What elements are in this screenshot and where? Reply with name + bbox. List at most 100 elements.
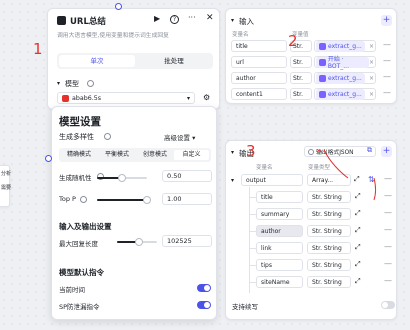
input-row-remove-icon[interactable]: — — [383, 72, 391, 81]
annotation-3: 3 — [246, 142, 256, 160]
max-tokens-label: 最大回复长度 — [59, 240, 98, 248]
output-child-name: link — [261, 244, 272, 252]
variable-reference-text: 开始 · BOT_... — [327, 56, 349, 70]
output-child-expand-icon[interactable]: ⤢ — [355, 209, 361, 218]
clear-icon[interactable]: × — [369, 75, 374, 82]
tab-batch[interactable]: 批处理 — [137, 55, 211, 67]
diversity-info-icon — [104, 133, 111, 140]
output-child-expand-icon[interactable]: ⤢ — [355, 243, 361, 252]
prompt-title: 模型默认指令 — [59, 268, 104, 277]
sp-toggle[interactable] — [197, 301, 211, 309]
help-icon[interactable]: ? — [170, 15, 179, 24]
output-child-remove-icon[interactable]: — — [384, 259, 392, 268]
output-col-name: 变量名 — [256, 165, 273, 171]
current-time-toggle[interactable] — [197, 284, 211, 292]
output-child-expand-icon[interactable]: ⤢ — [355, 226, 361, 235]
output-child-expand-icon[interactable]: ⤢ — [355, 192, 361, 201]
output-root-name-field[interactable]: output — [241, 174, 303, 186]
output-root-type-select[interactable]: Array... — [307, 174, 351, 186]
connector-left[interactable] — [45, 155, 52, 162]
variable-reference-text: extract_g... — [328, 42, 362, 50]
input-expand-icon[interactable]: ▾ — [231, 17, 234, 24]
clear-icon[interactable]: × — [369, 91, 374, 98]
output-child-type-select[interactable]: Str. String — [307, 276, 351, 288]
continue-toggle[interactable] — [381, 301, 395, 309]
output-child-expand-icon[interactable]: ⤢ — [355, 277, 361, 286]
output-child-name-field[interactable]: tips — [256, 259, 303, 271]
clear-icon[interactable]: × — [369, 59, 374, 66]
output-child-type-select[interactable]: Str. String — [307, 191, 351, 203]
output-child-name-field[interactable]: link — [256, 242, 303, 254]
model-settings-icon[interactable]: ⚙ — [203, 93, 210, 102]
output-child-type: Str. String — [312, 227, 342, 235]
model-expand-icon[interactable]: ▾ — [57, 80, 60, 87]
tab-single[interactable]: 单次 — [59, 55, 135, 67]
output-root-expand-icon[interactable]: ▾ — [231, 177, 234, 184]
max-tokens-slider[interactable] — [117, 238, 157, 246]
output-tree-branch — [249, 282, 256, 283]
top-p-input[interactable]: 1.00 — [162, 193, 212, 205]
variable-reference-text: extract_g... — [328, 74, 362, 82]
chevron-down-icon: ▾ — [186, 94, 190, 102]
output-child-type-select[interactable]: Str. String — [307, 208, 351, 220]
output-child-name-field[interactable]: summary — [256, 208, 303, 220]
output-child-remove-icon[interactable]: — — [384, 208, 392, 217]
temperature-input[interactable]: 0.50 — [162, 170, 212, 182]
mode-precise[interactable]: 精确模式 — [61, 150, 97, 160]
input-add-button[interactable]: + — [381, 15, 392, 26]
input-row-type[interactable]: Str. — [290, 72, 312, 84]
advanced-settings-button[interactable]: 高级设置 ▾ — [164, 132, 195, 142]
variable-node-icon — [319, 74, 326, 82]
input-row-name[interactable]: url — [231, 56, 287, 68]
output-child-type-select[interactable]: Str. String — [307, 242, 351, 254]
output-child-name-field[interactable]: siteName — [256, 276, 303, 288]
input-row-type[interactable]: Str. — [290, 56, 312, 68]
input-row-value[interactable]: extract_g... × — [314, 72, 376, 84]
output-child-remove-icon[interactable]: — — [384, 276, 392, 285]
temperature-slider[interactable] — [97, 174, 147, 182]
input-row-remove-icon[interactable]: — — [383, 56, 391, 65]
more-icon[interactable]: ··· — [188, 13, 196, 22]
run-icon[interactable]: ▶ — [154, 14, 160, 23]
output-root-remove-icon[interactable]: — — [384, 174, 392, 183]
output-root-expand-field-icon[interactable]: ⤢ — [354, 175, 360, 184]
connector-url-top[interactable] — [115, 3, 122, 10]
mode-custom[interactable]: 自定义 — [174, 150, 209, 160]
output-expand-icon[interactable]: ▾ — [231, 149, 234, 156]
output-child-name: summary — [261, 210, 290, 218]
output-copy-icon[interactable]: ⧉ — [367, 146, 372, 155]
mode-selector: 精确模式 平衡模式 创意模式 自定义 — [59, 148, 211, 162]
url-summary-node[interactable]: URL总结 ▶ ? ··· ✕ 调用大语言模型,使用变量和提示词生成回复 单次 … — [47, 8, 220, 110]
top-p-slider[interactable] — [97, 196, 151, 204]
model-select[interactable]: abab6.5s ▾ — [57, 92, 195, 104]
input-row-type[interactable]: Str. — [290, 88, 312, 100]
max-tokens-input[interactable]: 102525 — [162, 235, 212, 247]
output-format-select[interactable]: 输出格式JSON — [304, 146, 376, 157]
input-row-value[interactable]: 开始 · BOT_... × — [314, 56, 376, 70]
output-child-remove-icon[interactable]: — — [384, 191, 392, 200]
output-tree-branch — [249, 214, 256, 215]
variable-node-icon — [319, 58, 326, 66]
output-child-remove-icon[interactable]: — — [384, 242, 392, 251]
input-row-name[interactable]: author — [231, 72, 287, 84]
output-root-add-child-icon[interactable]: ⇅ — [368, 175, 375, 184]
mode-balanced[interactable]: 平衡模式 — [99, 150, 135, 160]
input-row-remove-icon[interactable]: — — [383, 40, 391, 49]
output-add-button[interactable]: + — [381, 146, 392, 157]
output-child-name-field[interactable]: author — [256, 225, 303, 237]
input-row-name[interactable]: content1 — [231, 88, 287, 100]
output-child-type-select[interactable]: Str. String — [307, 259, 351, 271]
output-child-name-field[interactable]: title — [256, 191, 303, 203]
mode-creative[interactable]: 创意模式 — [137, 150, 173, 160]
output-child-type: Str. String — [312, 278, 342, 286]
output-child-type: Str. String — [312, 193, 342, 201]
clear-icon[interactable]: × — [369, 43, 374, 50]
input-row-value[interactable]: extract_g... × — [314, 88, 376, 100]
output-child-expand-icon[interactable]: ⤢ — [355, 260, 361, 269]
output-child-remove-icon[interactable]: — — [384, 225, 392, 234]
input-row-remove-icon[interactable]: — — [383, 88, 391, 97]
close-icon[interactable]: ✕ — [206, 13, 214, 23]
input-row-value[interactable]: extract_g... × — [314, 40, 376, 52]
output-child-type-select[interactable]: Str. String — [307, 225, 351, 237]
input-row-name[interactable]: title — [231, 40, 287, 52]
